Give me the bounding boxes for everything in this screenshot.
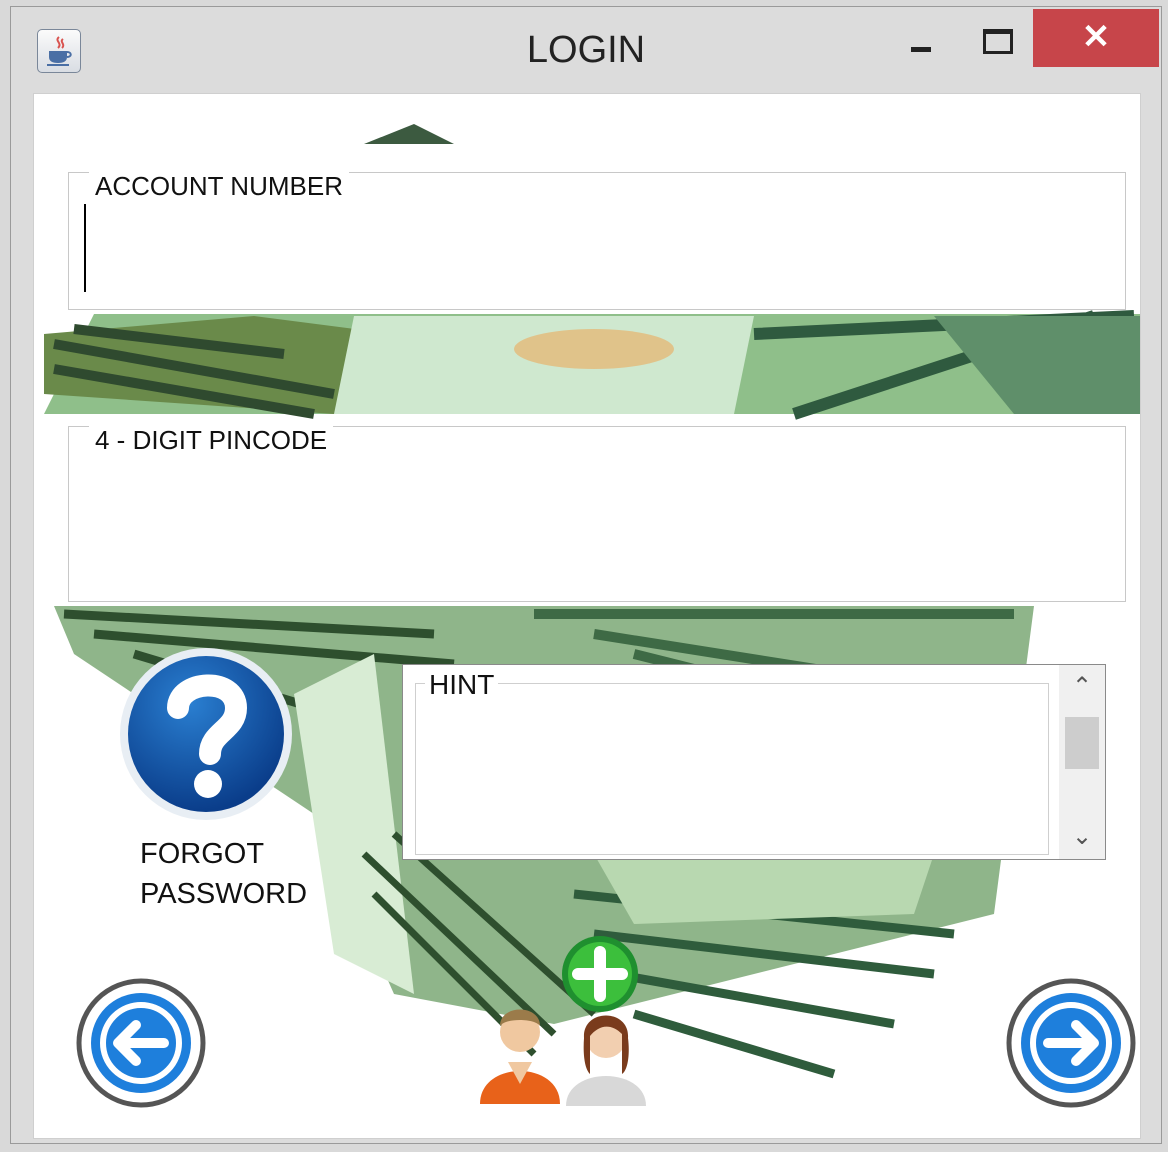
account-number-label: ACCOUNT NUMBER — [89, 171, 349, 202]
login-window: LOGIN ✕ ACCOUNT NUMBER 4 - DIGIT PINCODE… — [10, 6, 1162, 1144]
scroll-up-icon[interactable]: ⌃ — [1059, 665, 1105, 709]
maximize-button[interactable] — [961, 9, 1027, 67]
add-user-icon[interactable] — [480, 934, 670, 1124]
close-icon: ✕ — [1081, 18, 1111, 56]
text-caret — [84, 204, 86, 292]
content-panel: ACCOUNT NUMBER 4 - DIGIT PINCODE FORGOT … — [33, 93, 1141, 1139]
forgot-line-2: PASSWORD — [140, 878, 308, 910]
scroll-thumb[interactable] — [1065, 717, 1099, 769]
forgot-password-label[interactable]: FORGOT PASSWORD — [140, 834, 307, 914]
pincode-label: 4 - DIGIT PINCODE — [89, 425, 334, 456]
hint-label: HINT — [425, 669, 499, 701]
scroll-down-icon[interactable]: ⌄ — [1059, 815, 1105, 859]
pincode-field[interactable]: 4 - DIGIT PINCODE — [68, 425, 1126, 602]
arrow-left-icon[interactable] — [76, 978, 206, 1108]
account-number-field[interactable]: ACCOUNT NUMBER — [68, 171, 1126, 310]
minimize-icon — [911, 47, 931, 52]
maximize-icon — [983, 29, 1013, 54]
title-bar[interactable]: LOGIN ✕ — [11, 7, 1161, 91]
hint-panel: HINT ⌃ ⌄ — [402, 664, 1106, 860]
hint-textarea[interactable] — [415, 683, 1049, 855]
forgot-line-1: FORGOT — [140, 838, 265, 870]
pincode-input[interactable] — [79, 463, 1113, 497]
account-number-input[interactable] — [79, 209, 1113, 243]
minimize-button[interactable] — [891, 9, 951, 67]
close-button[interactable]: ✕ — [1033, 9, 1159, 67]
arrow-right-icon[interactable] — [1006, 978, 1136, 1108]
question-mark-icon[interactable] — [118, 646, 294, 822]
hint-scrollbar[interactable]: ⌃ ⌄ — [1059, 665, 1105, 859]
